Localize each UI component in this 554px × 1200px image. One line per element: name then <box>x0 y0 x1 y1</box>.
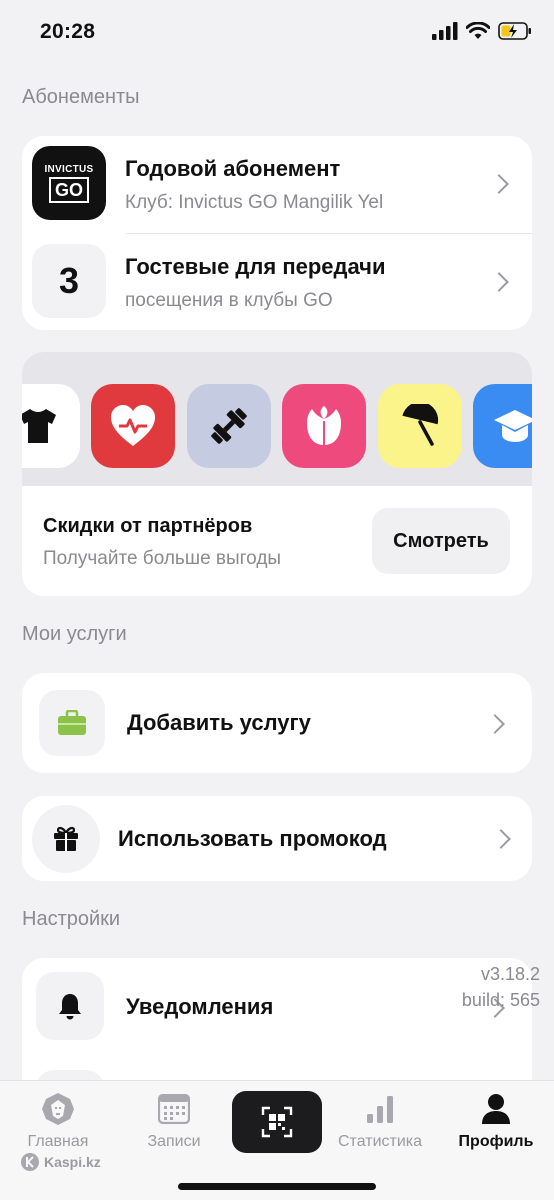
settings-card: Уведомления <box>22 958 532 1098</box>
add-service-label: Добавить услугу <box>127 710 311 735</box>
graduation-cap-icon <box>494 410 532 442</box>
beach-umbrella-icon <box>402 404 439 446</box>
kaspi-watermark: Kaspi.kz <box>20 1152 101 1172</box>
bell-icon <box>59 994 81 1020</box>
guest-count-badge: 3 <box>32 244 106 318</box>
tab-profile[interactable]: Профиль <box>446 1093 546 1151</box>
notifications-label: Уведомления <box>126 994 274 1019</box>
build-label: build: 565 <box>461 990 540 1010</box>
qr-code-icon <box>261 1106 293 1138</box>
calendar-icon <box>158 1094 190 1124</box>
tab-home[interactable]: Главная <box>8 1093 108 1151</box>
promo-code-label: Использовать промокод <box>118 826 387 851</box>
invictus-go-logo: INVICTUS GO <box>32 146 106 220</box>
dumbbell-icon <box>211 408 247 444</box>
partner-tile-education[interactable] <box>473 384 532 468</box>
home-indicator <box>178 1183 376 1190</box>
logo-bottom-text: GO <box>48 176 89 203</box>
wifi-icon <box>466 22 490 39</box>
partner-tile-flowers[interactable] <box>282 384 366 468</box>
partner-tile-health[interactable] <box>91 384 175 468</box>
subscription-title: Годовой абонемент <box>125 156 341 181</box>
tab-profile-label: Профиль <box>458 1133 534 1150</box>
qr-scan-button[interactable] <box>232 1091 322 1153</box>
user-icon <box>482 1094 510 1124</box>
heart-pulse-icon <box>111 405 155 446</box>
chevron-right-icon <box>485 714 505 734</box>
watermark-text: Kaspi.kz <box>44 1154 101 1170</box>
status-bar: 20:28 <box>0 0 554 66</box>
tab-home-label: Главная <box>27 1133 89 1150</box>
partners-card: Скидки от партнёров Получайте больше выг… <box>22 352 532 596</box>
subscription-subtitle: Клуб: Invictus GO Mangilik Yel <box>125 192 384 213</box>
lion-logo-icon <box>42 1093 74 1125</box>
tab-statistics[interactable]: Статистика <box>330 1093 430 1151</box>
partner-tile-travel[interactable] <box>378 384 462 468</box>
logo-top-text: INVICTUS <box>44 163 94 175</box>
status-icons <box>432 22 532 40</box>
settings-section-title: Настройки <box>22 908 121 930</box>
tab-bar: Главная Записи Статистика Профиль <box>0 1080 554 1200</box>
promo-code-card[interactable]: Использовать промокод <box>22 796 532 881</box>
briefcase-icon <box>58 710 86 735</box>
services-section-title: Мои услуги <box>22 623 127 645</box>
guest-title: Гостевые для передачи <box>125 254 386 279</box>
briefcase-icon-tile <box>39 690 105 756</box>
partner-tile-tshirt[interactable] <box>22 384 80 468</box>
subscriptions-section-title: Абонементы <box>22 86 140 108</box>
settings-row-notifications[interactable]: Уведомления <box>22 958 532 1058</box>
subscription-row-annual[interactable]: INVICTUS GO Годовой абонемент Клуб: Invi… <box>22 136 532 233</box>
partner-tile-fitness[interactable] <box>187 384 271 468</box>
view-partners-button[interactable]: Смотреть <box>372 508 510 574</box>
tab-bookings-label: Записи <box>147 1133 201 1150</box>
guest-subtitle: посещения в клубы GO <box>125 290 333 311</box>
gift-icon <box>54 826 78 851</box>
chevron-right-icon <box>491 829 511 849</box>
bar-chart-icon <box>367 1096 393 1123</box>
subscription-row-guest[interactable]: 3 Гостевые для передачи посещения в клуб… <box>22 234 532 330</box>
battery-charging-icon <box>498 22 531 40</box>
status-time: 20:28 <box>40 20 96 43</box>
guest-count: 3 <box>58 260 80 301</box>
chevron-right-icon <box>489 272 509 292</box>
chevron-right-icon <box>489 174 509 194</box>
tshirt-icon <box>22 409 56 443</box>
partners-subtitle: Получайте больше выгоды <box>43 548 282 569</box>
tulip-icon <box>307 406 341 445</box>
bell-icon-tile <box>36 972 104 1040</box>
tab-bookings[interactable]: Записи <box>124 1093 224 1151</box>
partners-title: Скидки от партнёров <box>43 515 253 537</box>
gift-icon-tile <box>32 805 100 873</box>
kaspi-logo-icon <box>21 1153 39 1171</box>
add-service-card[interactable]: Добавить услугу <box>22 673 532 773</box>
partners-strip[interactable] <box>22 352 532 486</box>
subscriptions-card: INVICTUS GO Годовой абонемент Клуб: Invi… <box>22 136 532 330</box>
cellular-signal-icon <box>432 22 458 40</box>
version-label: v3.18.2 <box>480 964 540 984</box>
tab-statistics-label: Статистика <box>337 1133 423 1150</box>
